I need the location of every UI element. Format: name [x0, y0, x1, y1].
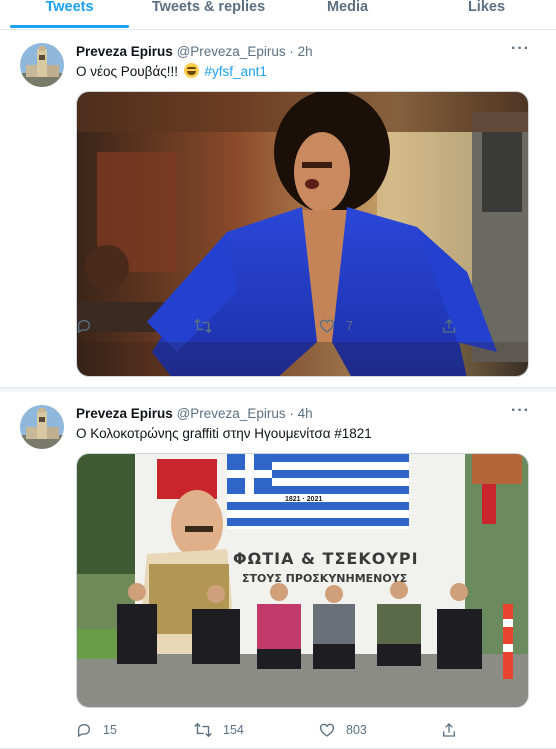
share-icon — [443, 723, 455, 737]
reply-icon — [77, 724, 91, 738]
like-button[interactable]: 7 — [319, 318, 353, 334]
author-name[interactable]: Preveza Epirus — [76, 44, 173, 59]
tweet-time[interactable]: 2h — [298, 44, 313, 59]
tweet-text-body: Ο νέος Ρουβάς!!! — [76, 64, 179, 79]
tweet-header: Preveza Epirus @Preveza_Epirus · 4h — [76, 405, 313, 422]
tweet-text: Ο Κολοκοτρώνης graffiti στην Ηγουμενίτσα… — [76, 425, 372, 443]
mural-years: 1821 · 2021 — [285, 496, 323, 503]
profile-tabs: Tweets Tweets & replies Media Likes — [0, 0, 556, 30]
tweet-image[interactable]: 1821 · 2021 ΦΩΤΙΑ & ΤΣΕΚΟΥΡΙ ΣΤΟΥΣ ΠΡΟΣΚ… — [76, 453, 529, 708]
tab-media-label: Media — [326, 0, 369, 15]
hashtag-link[interactable]: #yfsf_ant1 — [205, 64, 267, 79]
reply-count: 15 — [103, 723, 117, 737]
like-count: 7 — [346, 319, 353, 333]
like-count: 803 — [346, 723, 367, 737]
mural-slogan-1: ΦΩΤΙΑ & ΤΣΕΚΟΥΡΙ — [233, 549, 419, 568]
tweet-actions: 7 — [76, 316, 456, 336]
tab-likes-label: Likes — [467, 0, 506, 15]
retweet-icon — [194, 722, 212, 738]
active-tab-indicator — [10, 25, 129, 28]
author-handle[interactable]: @Preveza_Epirus — [177, 44, 286, 59]
heart-icon — [319, 723, 335, 737]
tweet-text-body: Ο Κολοκοτρώνης graffiti στην Ηγουμενίτσα… — [76, 426, 372, 441]
separator-dot: · — [289, 406, 294, 421]
like-button[interactable]: 803 — [319, 722, 367, 738]
retweet-count: 154 — [223, 723, 244, 737]
tab-media[interactable]: Media — [278, 0, 417, 25]
tweet-text: Ο νέος Ρουβάς!!! #yfsf_ant1 — [76, 63, 267, 81]
reply-button[interactable] — [76, 318, 103, 334]
author-name[interactable]: Preveza Epirus — [76, 406, 173, 421]
avatar[interactable] — [20, 405, 64, 449]
avatar[interactable] — [20, 43, 64, 87]
author-handle[interactable]: @Preveza_Epirus — [177, 406, 286, 421]
separator-dot: · — [289, 44, 294, 59]
more-icon[interactable]: ··· — [511, 402, 530, 420]
tab-tweets[interactable]: Tweets — [0, 0, 139, 28]
tweet-actions: 15 154 803 — [76, 720, 456, 740]
tweet[interactable]: Preveza Epirus @Preveza_Epirus · 4h ··· … — [0, 392, 556, 749]
tweet[interactable]: Preveza Epirus @Preveza_Epirus · 2h ··· … — [0, 30, 556, 388]
reply-icon — [77, 320, 91, 334]
reply-button[interactable]: 15 — [76, 722, 117, 738]
tweet-time[interactable]: 4h — [298, 406, 313, 421]
more-icon[interactable]: ··· — [511, 40, 530, 58]
retweet-button[interactable]: 154 — [194, 722, 244, 738]
rolling-on-floor-laughing-emoji-icon — [183, 63, 199, 78]
mural-slogan-2: ΣΤΟΥΣ ΠΡΟΣΚΥΝΗΜΕΝΟΥΣ — [242, 572, 408, 585]
tab-tweets-and-replies[interactable]: Tweets & replies — [139, 0, 278, 25]
tweet-header: Preveza Epirus @Preveza_Epirus · 2h — [76, 43, 313, 60]
retweet-icon — [194, 318, 212, 334]
retweet-button[interactable] — [194, 318, 223, 334]
tab-tweets-and-replies-label: Tweets & replies — [151, 0, 266, 15]
share-icon — [443, 319, 455, 333]
share-button[interactable] — [441, 318, 457, 334]
tab-likes[interactable]: Likes — [417, 0, 556, 25]
share-button[interactable] — [441, 722, 457, 738]
heart-icon — [319, 319, 335, 333]
profile-timeline: Tweets Tweets & replies Media Likes Prev… — [0, 0, 556, 749]
tab-tweets-label: Tweets — [45, 0, 94, 15]
